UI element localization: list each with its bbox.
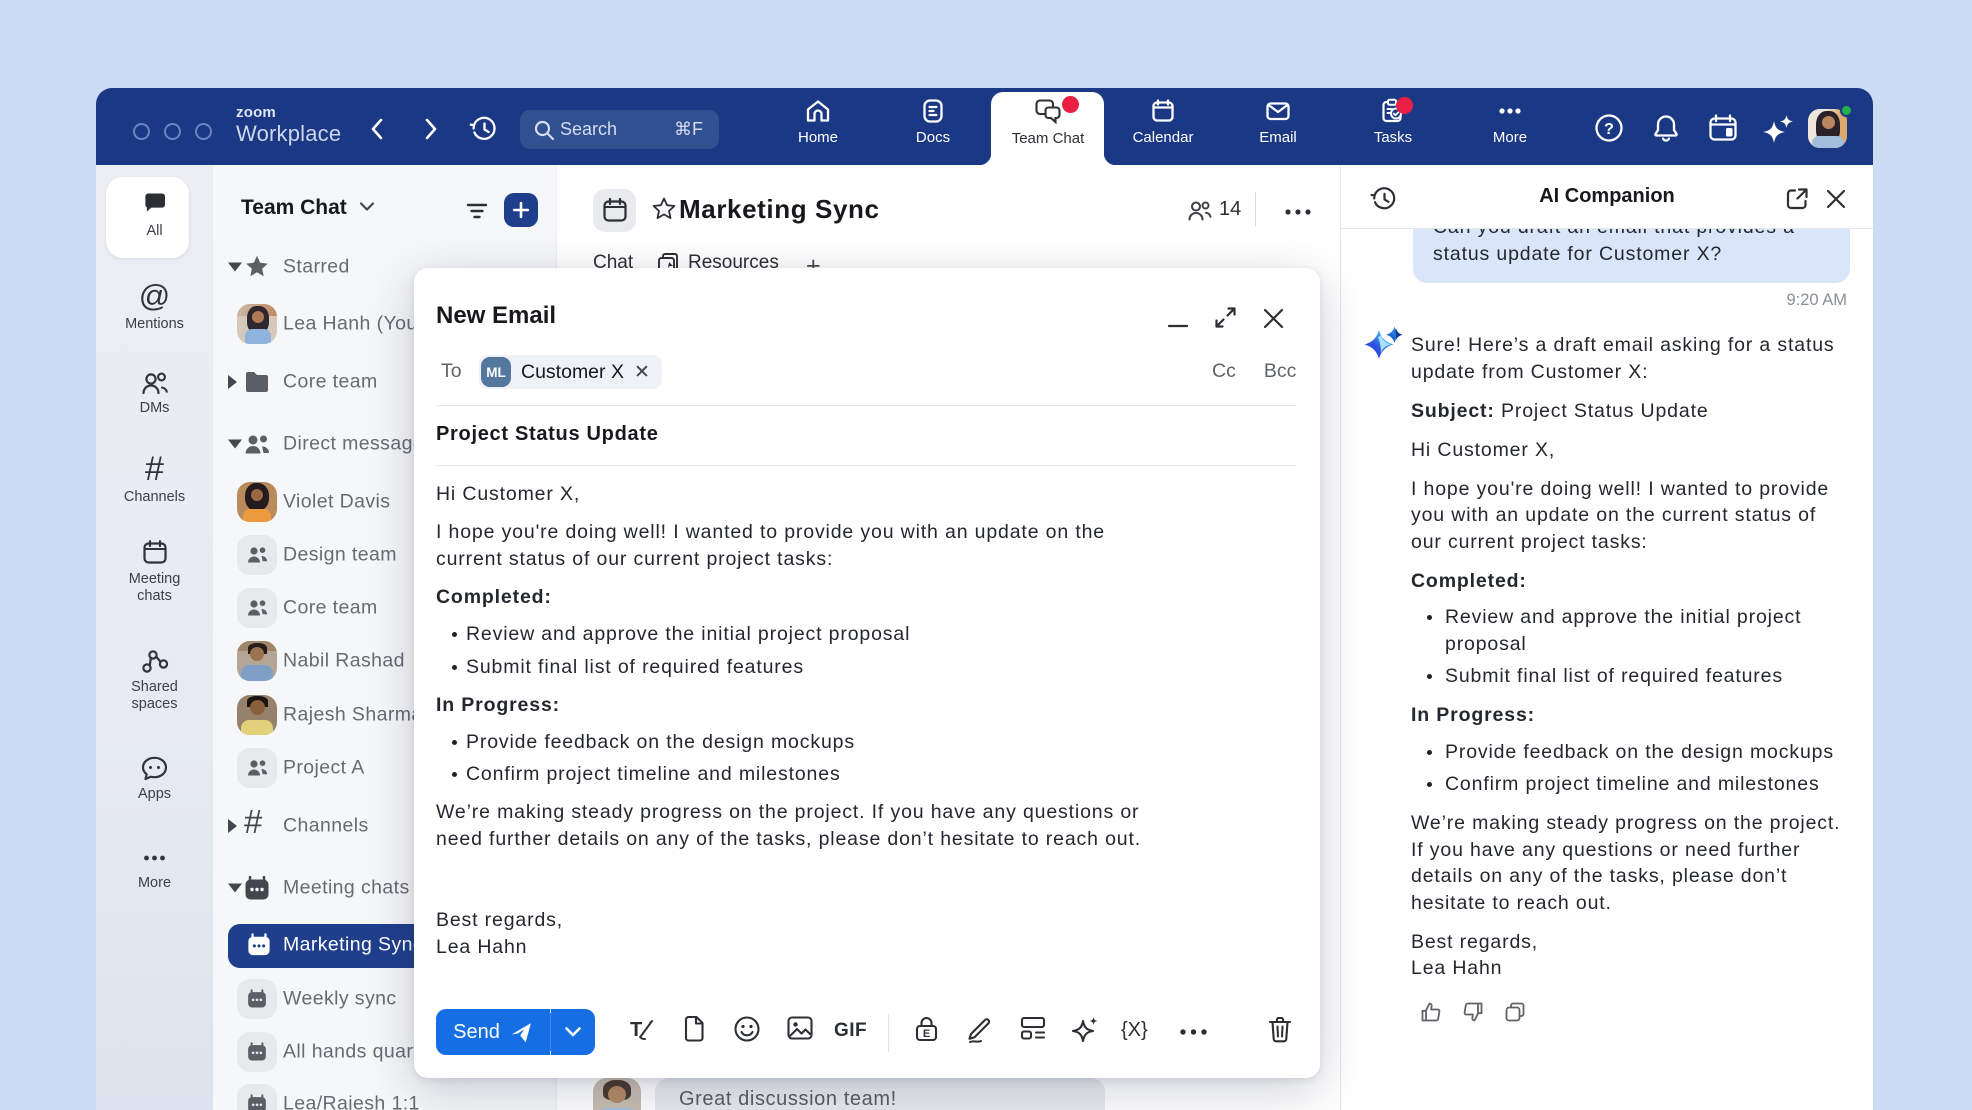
svg-text:E: E [923,1028,930,1040]
svg-text:?: ? [1604,121,1614,138]
